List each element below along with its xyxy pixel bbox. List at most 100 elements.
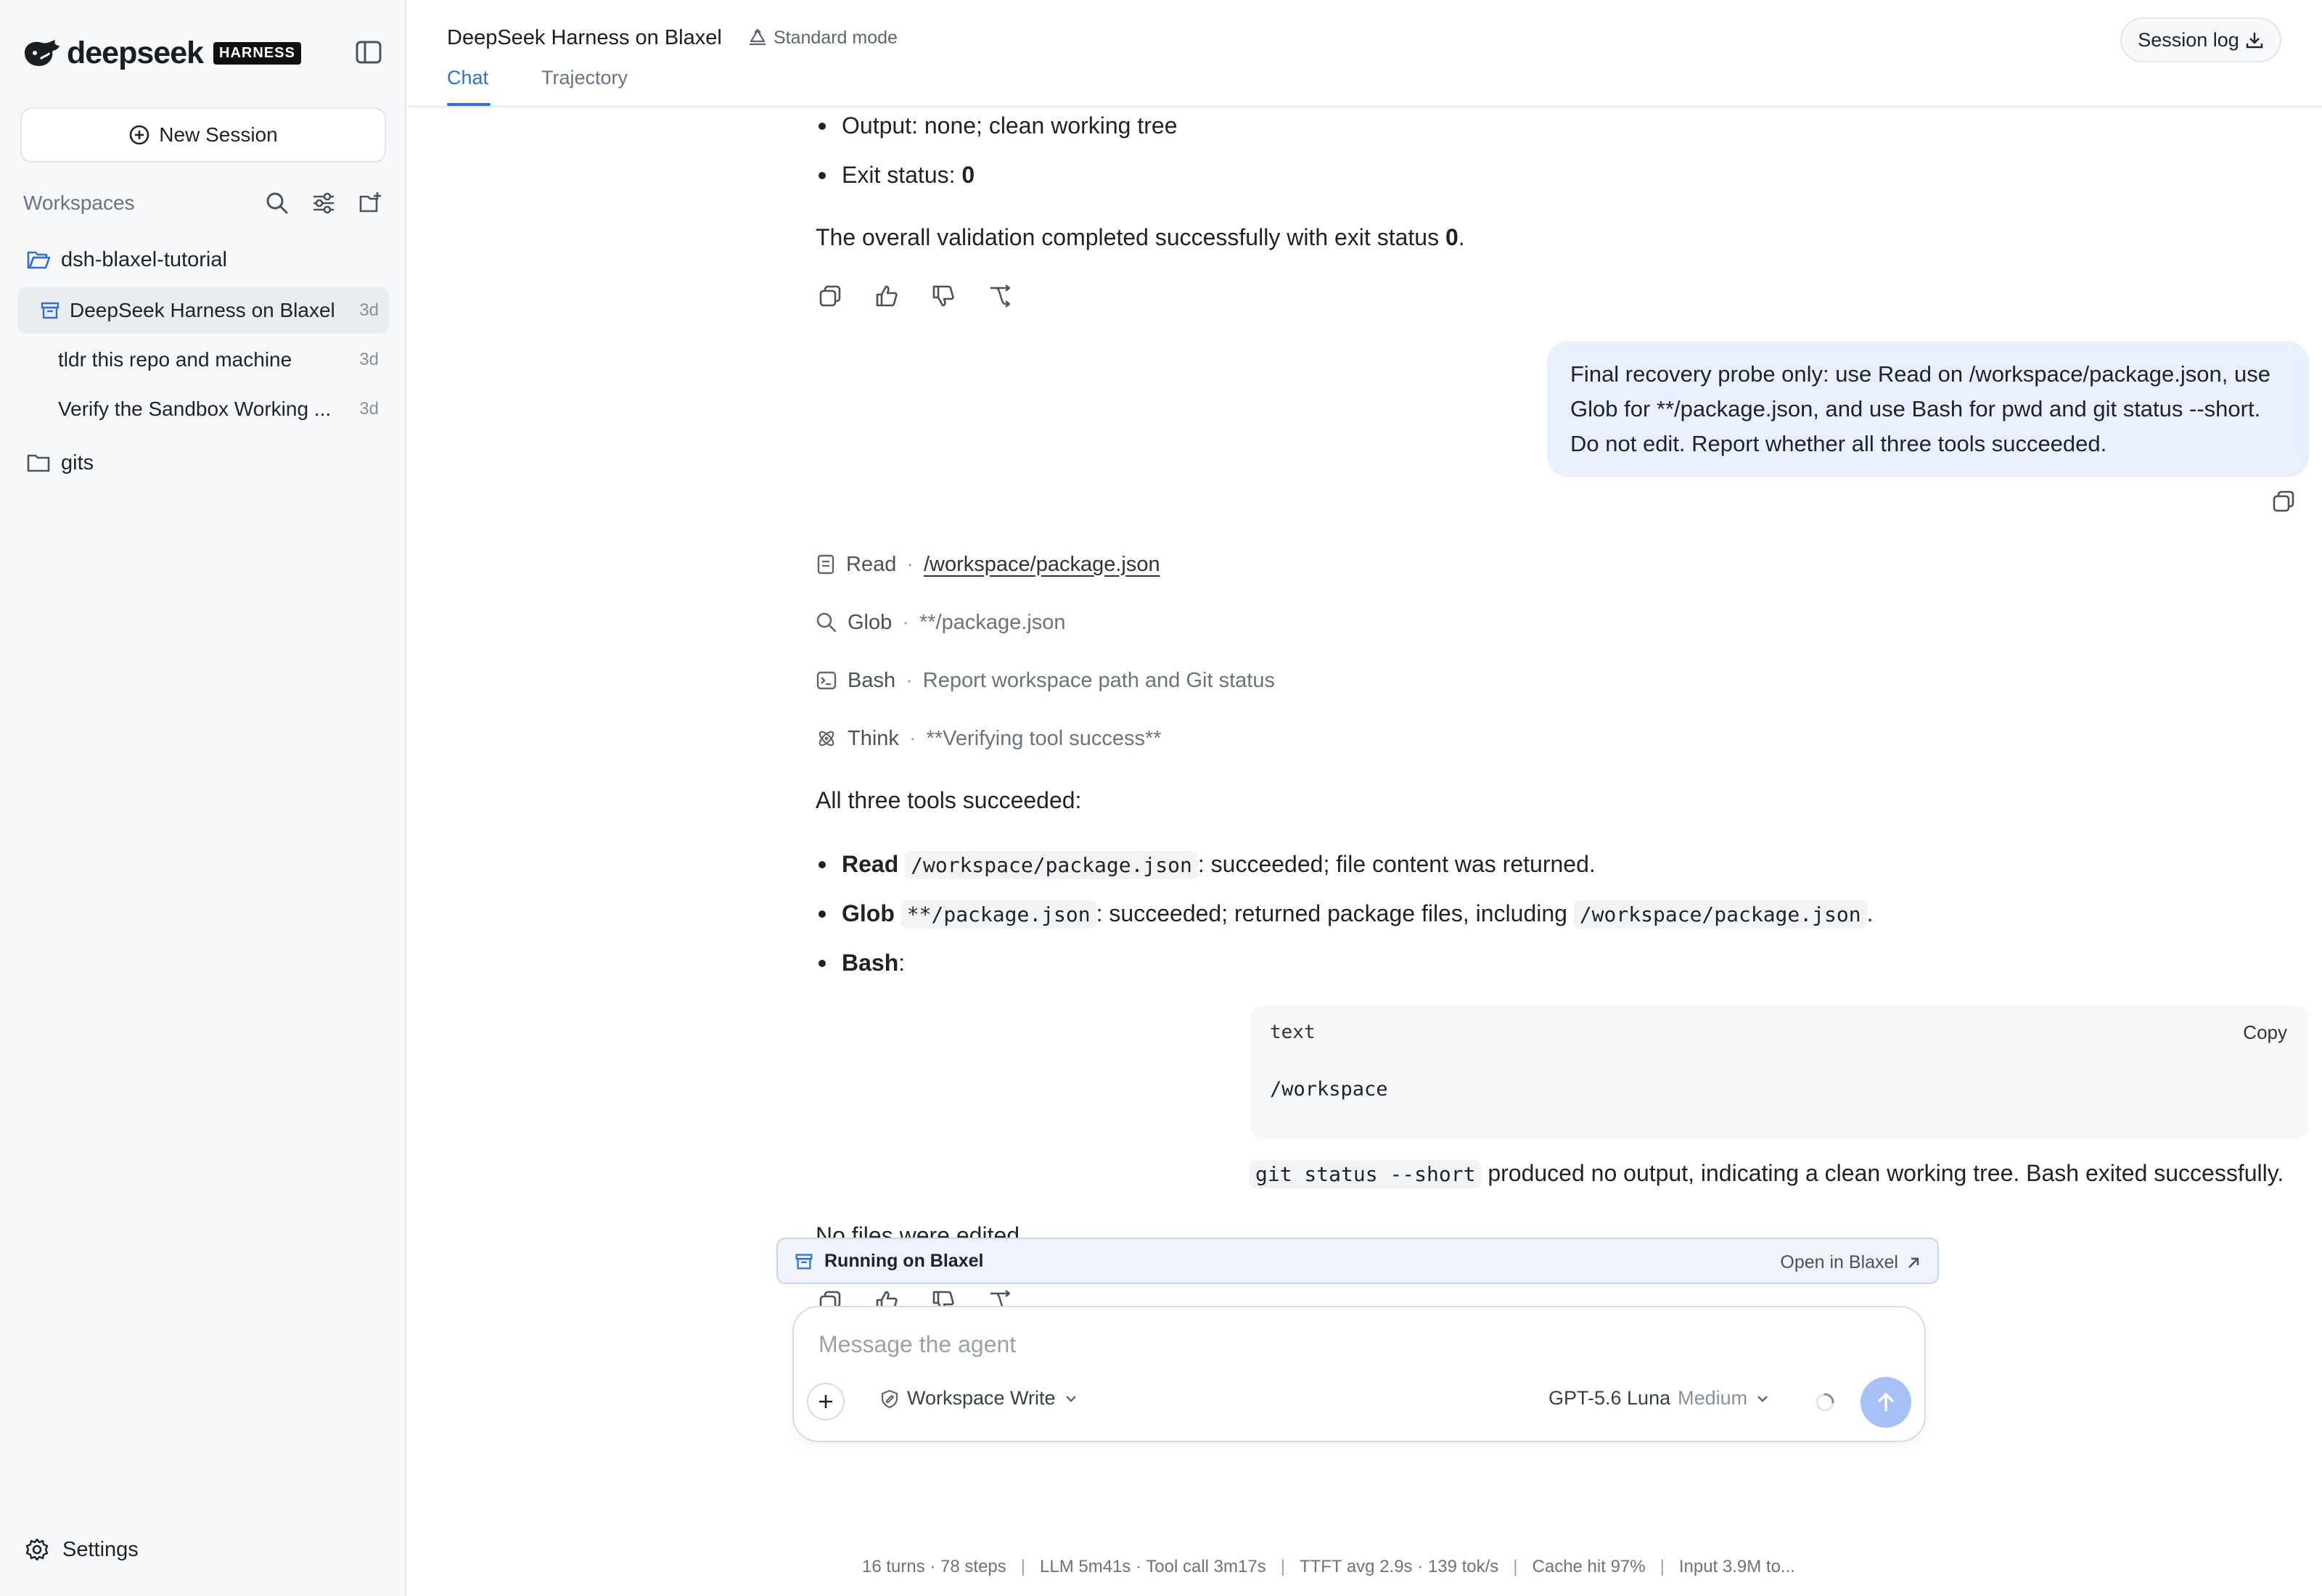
sidebar: deepseek HARNESS New Session Workspaces bbox=[0, 0, 406, 1596]
session-label: Verify the Sandbox Working ... bbox=[58, 398, 332, 420]
folder-name: gits bbox=[61, 451, 94, 474]
new-session-label: New Session bbox=[159, 123, 278, 146]
permission-select[interactable]: Workspace Write bbox=[879, 1387, 1079, 1410]
inline-code: **/package.json bbox=[901, 900, 1096, 929]
tool-detail: **/package.json bbox=[919, 610, 1066, 634]
model-effort: Medium bbox=[1678, 1387, 1748, 1409]
new-session-button[interactable]: New Session bbox=[20, 107, 386, 163]
search-workspaces-button[interactable] bbox=[261, 187, 293, 219]
message-composer: Workspace Write GPT-5.6 Luna Medium bbox=[792, 1306, 1926, 1442]
code-content: /workspace bbox=[1270, 1078, 1388, 1101]
copy-icon bbox=[819, 285, 841, 307]
attach-button[interactable] bbox=[807, 1383, 845, 1420]
toggle-sidebar-button[interactable] bbox=[354, 39, 383, 65]
external-link-icon bbox=[1908, 1257, 1919, 1268]
message-paragraph: The overall validation completed success… bbox=[816, 224, 1465, 250]
thumbs-down-button[interactable] bbox=[929, 281, 958, 310]
brand-logo[interactable]: deepseek HARNESS bbox=[22, 35, 301, 71]
open-folder-icon bbox=[27, 251, 51, 269]
brand-name: deepseek bbox=[67, 35, 204, 70]
code-language: text bbox=[1270, 1021, 1316, 1043]
sandbox-status-label: Running on Blaxel bbox=[824, 1251, 984, 1271]
tool-name: Bash bbox=[848, 668, 896, 692]
tool-name: Glob bbox=[848, 610, 893, 634]
workspaces-header: Workspaces bbox=[23, 186, 386, 221]
app-window: deepseek HARNESS New Session Workspaces bbox=[0, 0, 2322, 1596]
chevron-down-icon bbox=[1065, 1395, 1076, 1402]
workspace-folder-gits[interactable]: gits bbox=[26, 444, 94, 482]
brand-badge: HARNESS bbox=[213, 41, 301, 65]
sandbox-box-icon bbox=[795, 1254, 813, 1269]
tool-detail: Report workspace path and Git status bbox=[922, 668, 1275, 692]
list-item: Exit status: 0 bbox=[816, 158, 1904, 192]
tool-detail: **Verifying tool success** bbox=[926, 726, 1162, 750]
session-item-verify-sandbox[interactable]: Verify the Sandbox Working ... 3d bbox=[17, 386, 389, 432]
tab-chat[interactable]: Chat bbox=[447, 67, 488, 89]
tab-trajectory[interactable]: Trajectory bbox=[541, 67, 628, 89]
tool-call-glob[interactable]: Glob · **/package.json bbox=[816, 606, 1065, 638]
list-item-read: Read /workspace/package.json: succeeded;… bbox=[816, 847, 2267, 882]
inline-code: git status --short bbox=[1250, 1160, 1482, 1188]
code-block: text Copy /workspace bbox=[1250, 1005, 2309, 1139]
tool-detail-link[interactable]: /workspace/package.json bbox=[924, 553, 1160, 577]
open-in-blaxel-link[interactable]: Open in Blaxel bbox=[1780, 1252, 1921, 1273]
plus-circle-icon bbox=[129, 125, 149, 145]
answer-intro: All three tools succeeded: bbox=[816, 787, 1082, 813]
branch-button[interactable] bbox=[985, 281, 1014, 310]
message-actions-prev bbox=[816, 281, 1014, 310]
stat-ttft: TTFT avg 2.9s · 139 tok/s bbox=[1299, 1557, 1499, 1576]
session-stats: 16 turns · 78 steps | LLM 5m41s · Tool c… bbox=[862, 1557, 1795, 1576]
session-label: tldr this repo and machine bbox=[58, 348, 292, 371]
sandbox-box-icon bbox=[41, 302, 60, 319]
session-label: DeepSeek Harness on Blaxel bbox=[70, 299, 335, 321]
session-item-deepseek-harness[interactable]: DeepSeek Harness on Blaxel 3d bbox=[17, 287, 389, 334]
session-item-tldr[interactable]: tldr this repo and machine 3d bbox=[17, 337, 389, 383]
thumbs-down-icon bbox=[932, 285, 954, 307]
session-age: 3d bbox=[359, 350, 379, 369]
terminal-icon bbox=[816, 671, 837, 690]
message-input[interactable] bbox=[817, 1326, 1833, 1362]
copy-message-button[interactable] bbox=[816, 281, 845, 310]
chevron-down-icon bbox=[1757, 1395, 1768, 1402]
copy-user-message-button[interactable] bbox=[2271, 489, 2300, 518]
tool-name: Read bbox=[846, 552, 897, 576]
permission-label: Workspace Write bbox=[907, 1387, 1056, 1409]
copy-code-button[interactable]: Copy bbox=[2243, 1021, 2287, 1044]
session-log-button[interactable]: Session log bbox=[2120, 17, 2281, 62]
page-title: DeepSeek Harness on Blaxel bbox=[447, 26, 722, 49]
filter-workspaces-button[interactable] bbox=[308, 187, 340, 219]
git-status-note: git status --short produced no output, i… bbox=[1250, 1156, 2322, 1191]
add-workspace-button[interactable] bbox=[354, 187, 386, 219]
tool-call-read[interactable]: Read · /workspace/package.json bbox=[816, 548, 1160, 580]
search-icon bbox=[816, 612, 837, 633]
model-select[interactable]: GPT-5.6 Luna Medium bbox=[1548, 1387, 1771, 1410]
new-folder-icon bbox=[359, 192, 381, 213]
stat-turns: 16 turns · 78 steps bbox=[862, 1557, 1006, 1576]
tool-call-think[interactable]: Think · **Verifying tool success** bbox=[816, 723, 1162, 754]
session-age: 3d bbox=[359, 399, 379, 419]
mode-indicator[interactable]: Standard mode bbox=[747, 28, 898, 49]
loading-spinner-icon bbox=[1816, 1393, 1834, 1412]
workspace-folder-dsh-blaxel-tutorial[interactable]: dsh-blaxel-tutorial bbox=[26, 241, 227, 279]
plus-icon bbox=[819, 1395, 832, 1408]
model-name: GPT-5.6 Luna bbox=[1548, 1387, 1671, 1409]
thumbs-up-button[interactable] bbox=[872, 281, 901, 310]
tool-name: Think bbox=[848, 726, 899, 750]
gear-icon bbox=[25, 1538, 49, 1561]
list-item-glob: Glob **/package.json: succeeded; returne… bbox=[816, 897, 2296, 931]
inline-code: /workspace/package.json bbox=[1573, 900, 1867, 929]
recycle-icon bbox=[750, 28, 766, 45]
folder-icon bbox=[27, 454, 50, 472]
send-button[interactable] bbox=[1861, 1377, 1911, 1428]
stat-cache: Cache hit 97% bbox=[1532, 1557, 1646, 1576]
stat-timing: LLM 5m41s · Tool call 3m17s bbox=[1040, 1557, 1266, 1576]
settings-label: Settings bbox=[62, 1537, 139, 1561]
file-icon bbox=[817, 554, 834, 575]
tool-call-bash[interactable]: Bash · Report workspace path and Git sta… bbox=[816, 665, 1275, 696]
assistant-message-prev: Output: none; clean working tree Exit st… bbox=[816, 109, 1904, 254]
sandbox-status-bar: Running on Blaxel Open in Blaxel bbox=[776, 1238, 1939, 1284]
arrow-up-icon bbox=[1878, 1393, 1894, 1412]
copy-icon bbox=[2273, 490, 2294, 512]
settings-button[interactable]: Settings bbox=[25, 1532, 139, 1567]
list-item-bash: Bash: bbox=[816, 946, 905, 979]
